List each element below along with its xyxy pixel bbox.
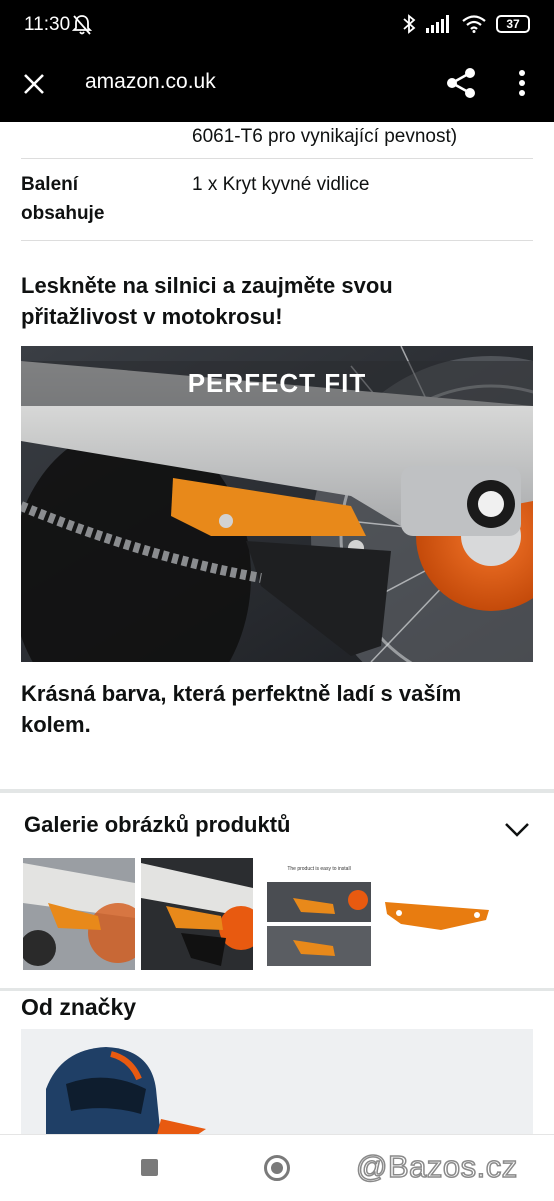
- section-separator: [0, 988, 554, 991]
- battery-level: 37: [506, 17, 520, 31]
- product-hero-image: PERFECT FIT: [21, 346, 533, 662]
- gallery-thumbnail-4[interactable]: [381, 858, 493, 970]
- system-navigation-bar: @Bazos.cz: [0, 1134, 554, 1201]
- battery-icon: 37: [496, 15, 530, 33]
- brand-title: Od značky: [21, 994, 137, 1020]
- heading-line: Krásná barva, která perfektně ladí s vaš…: [21, 681, 462, 706]
- spec-key-line1: Balení: [21, 174, 79, 195]
- wifi-icon: [462, 15, 486, 33]
- brand-banner-image: [21, 1029, 533, 1134]
- section-separator: [0, 789, 554, 793]
- gallery-thumbnail-3[interactable]: The product is easy to install: [263, 858, 375, 970]
- bell-muted-icon: [72, 15, 92, 35]
- heading-line: kolem.: [21, 712, 91, 737]
- status-icons: 37: [402, 14, 530, 34]
- section-heading-shine: Lesknětе na silnici a zaujměte svou přit…: [21, 270, 533, 332]
- bluetooth-icon: [403, 14, 416, 34]
- spec-key-package: Balení obsahuje: [21, 170, 104, 228]
- spec-value-material: 6061-T6 pro vynikající pevnost): [192, 126, 458, 147]
- spec-divider: [21, 240, 533, 241]
- more-options-icon[interactable]: [510, 66, 534, 100]
- home-button[interactable]: [264, 1155, 290, 1181]
- chevron-down-icon[interactable]: [504, 822, 530, 838]
- heading-line: přitažlivost v motokrosu!: [21, 304, 283, 329]
- share-icon[interactable]: [444, 66, 478, 100]
- watermark-text: @Bazos.cz: [355, 1148, 518, 1185]
- spec-value-package: 1 x Kryt kyvné vidlice: [192, 174, 370, 195]
- gallery-thumbnail-1[interactable]: [23, 858, 135, 970]
- page-content: 6061-T6 pro vynikající pevnost) Balení o…: [0, 122, 554, 1134]
- browser-toolbar: amazon.co.uk: [0, 52, 554, 122]
- spec-key-line2: obsahuje: [21, 203, 105, 224]
- status-bar: 11:30 37: [0, 0, 554, 52]
- url-text[interactable]: amazon.co.uk: [85, 70, 216, 94]
- thumbnail-caption: The product is easy to install: [287, 866, 350, 872]
- signal-icon: [426, 15, 449, 33]
- gallery-title: Galerie obrázků produktů: [24, 812, 291, 837]
- section-heading-color: Krásná barva, která perfektně ladí s vaš…: [21, 678, 533, 740]
- close-button[interactable]: [18, 68, 50, 100]
- heading-line: Lesknětе na silnici a zaujměte svou: [21, 273, 393, 298]
- spec-divider: [21, 158, 533, 159]
- status-time: 11:30: [24, 14, 71, 35]
- gallery-thumbnail-2[interactable]: [141, 858, 253, 970]
- recent-apps-button[interactable]: [141, 1159, 158, 1176]
- hero-overlay-text: PERFECT FIT: [188, 368, 367, 398]
- close-icon: [24, 74, 44, 94]
